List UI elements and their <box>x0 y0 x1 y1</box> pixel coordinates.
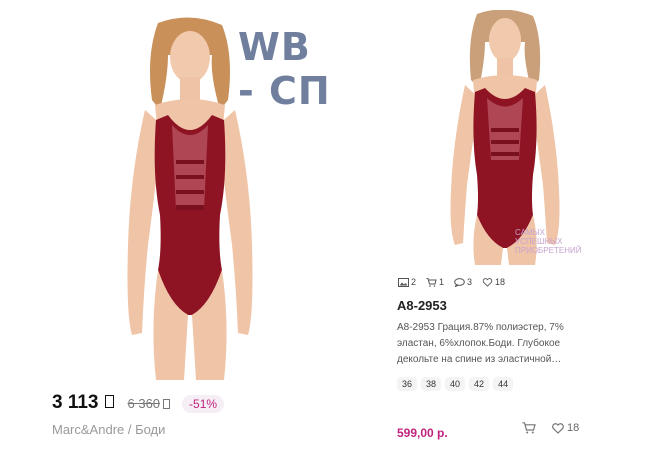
product-price: 599,00 р. <box>397 426 448 440</box>
photos-stat: 2 <box>398 277 416 287</box>
cart-icon <box>426 277 437 287</box>
currency-icon-small <box>163 399 171 409</box>
size-option[interactable]: 36 <box>397 377 418 391</box>
favorites-count: 18 <box>567 422 580 434</box>
comments-stat: 3 <box>454 277 472 287</box>
product-image-right[interactable] <box>415 10 595 265</box>
product-stats: 2 1 3 18 <box>398 277 505 287</box>
heart-icon <box>552 422 564 434</box>
size-option[interactable]: 38 <box>421 377 442 391</box>
image-icon <box>398 277 409 287</box>
size-option[interactable]: 40 <box>445 377 466 391</box>
size-option[interactable]: 44 <box>493 377 514 391</box>
likes-stat: 18 <box>482 277 505 287</box>
discount-badge: -51% <box>182 395 225 413</box>
add-to-cart-icon[interactable] <box>522 422 536 434</box>
product-description: A8-2953 Грация.87% полиэстер, 7% эластан… <box>397 322 564 365</box>
brand-category-link[interactable]: Marc&Andre / Боди <box>52 422 165 437</box>
favorite-button[interactable]: 18 <box>552 422 579 434</box>
size-option[interactable]: 42 <box>469 377 490 391</box>
comment-icon <box>454 277 465 287</box>
watermark-text: WB - СП <box>238 25 331 113</box>
currency-icon <box>104 395 114 408</box>
product-article[interactable]: A8-2953 <box>397 298 447 313</box>
product-card-left[interactable]: WB - СП 3 113 6 360 -51% Marc&Andre / Бо… <box>0 0 340 450</box>
shop-watermark: САМЫХ УСПЕШНЫХ ПРИОБРЕТЕНИЙ <box>515 228 582 255</box>
current-price: 3 113 <box>52 392 99 413</box>
product-card-right[interactable]: САМЫХ УСПЕШНЫХ ПРИОБРЕТЕНИЙ 2 1 3 18 A8-… <box>380 0 650 450</box>
old-price: 6 360 <box>128 396 171 411</box>
size-list: 36 38 40 42 44 <box>397 377 514 391</box>
cart-stat: 1 <box>426 277 444 287</box>
heart-icon <box>482 277 493 287</box>
price-row: 3 113 6 360 -51% <box>52 392 225 414</box>
